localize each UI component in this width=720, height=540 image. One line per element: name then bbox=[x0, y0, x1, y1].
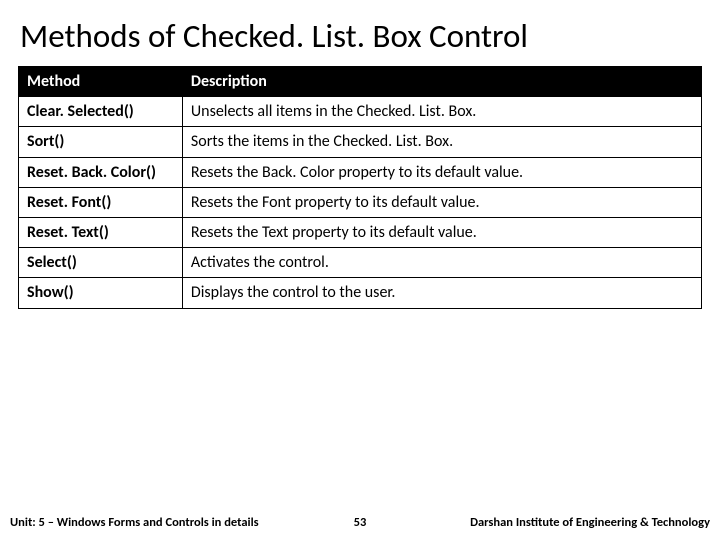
cell-method: Reset. Font() bbox=[19, 187, 183, 217]
col-header-description: Description bbox=[182, 67, 701, 97]
cell-description: Resets the Font property to its default … bbox=[182, 187, 701, 217]
table-row: Reset. Back. Color() Resets the Back. Co… bbox=[19, 157, 702, 187]
cell-description: Displays the control to the user. bbox=[182, 278, 701, 308]
footer-page-number: 53 bbox=[330, 515, 390, 530]
table-row: Sort() Sorts the items in the Checked. L… bbox=[19, 127, 702, 157]
footer: Unit: 5 – Windows Forms and Controls in … bbox=[0, 515, 720, 530]
cell-description: Resets the Text property to its default … bbox=[182, 217, 701, 247]
cell-method: Select() bbox=[19, 248, 183, 278]
table-row: Reset. Text() Resets the Text property t… bbox=[19, 217, 702, 247]
table-row: Reset. Font() Resets the Font property t… bbox=[19, 187, 702, 217]
cell-description: Resets the Back. Color property to its d… bbox=[182, 157, 701, 187]
page-title: Methods of Checked. List. Box Control bbox=[20, 16, 702, 56]
cell-method: Show() bbox=[19, 278, 183, 308]
footer-unit: Unit: 5 – Windows Forms and Controls in … bbox=[10, 515, 330, 530]
col-header-method: Method bbox=[19, 67, 183, 97]
cell-method: Clear. Selected() bbox=[19, 97, 183, 127]
cell-method: Reset. Text() bbox=[19, 217, 183, 247]
cell-method: Reset. Back. Color() bbox=[19, 157, 183, 187]
table-row: Select() Activates the control. bbox=[19, 248, 702, 278]
table-row: Clear. Selected() Unselects all items in… bbox=[19, 97, 702, 127]
cell-description: Unselects all items in the Checked. List… bbox=[182, 97, 701, 127]
cell-description: Activates the control. bbox=[182, 248, 701, 278]
methods-table: Method Description Clear. Selected() Uns… bbox=[18, 66, 702, 309]
table-row: Show() Displays the control to the user. bbox=[19, 278, 702, 308]
cell-method: Sort() bbox=[19, 127, 183, 157]
cell-description: Sorts the items in the Checked. List. Bo… bbox=[182, 127, 701, 157]
footer-institute: Darshan Institute of Engineering & Techn… bbox=[390, 515, 710, 530]
slide: Methods of Checked. List. Box Control Me… bbox=[0, 0, 720, 540]
table-header-row: Method Description bbox=[19, 67, 702, 97]
